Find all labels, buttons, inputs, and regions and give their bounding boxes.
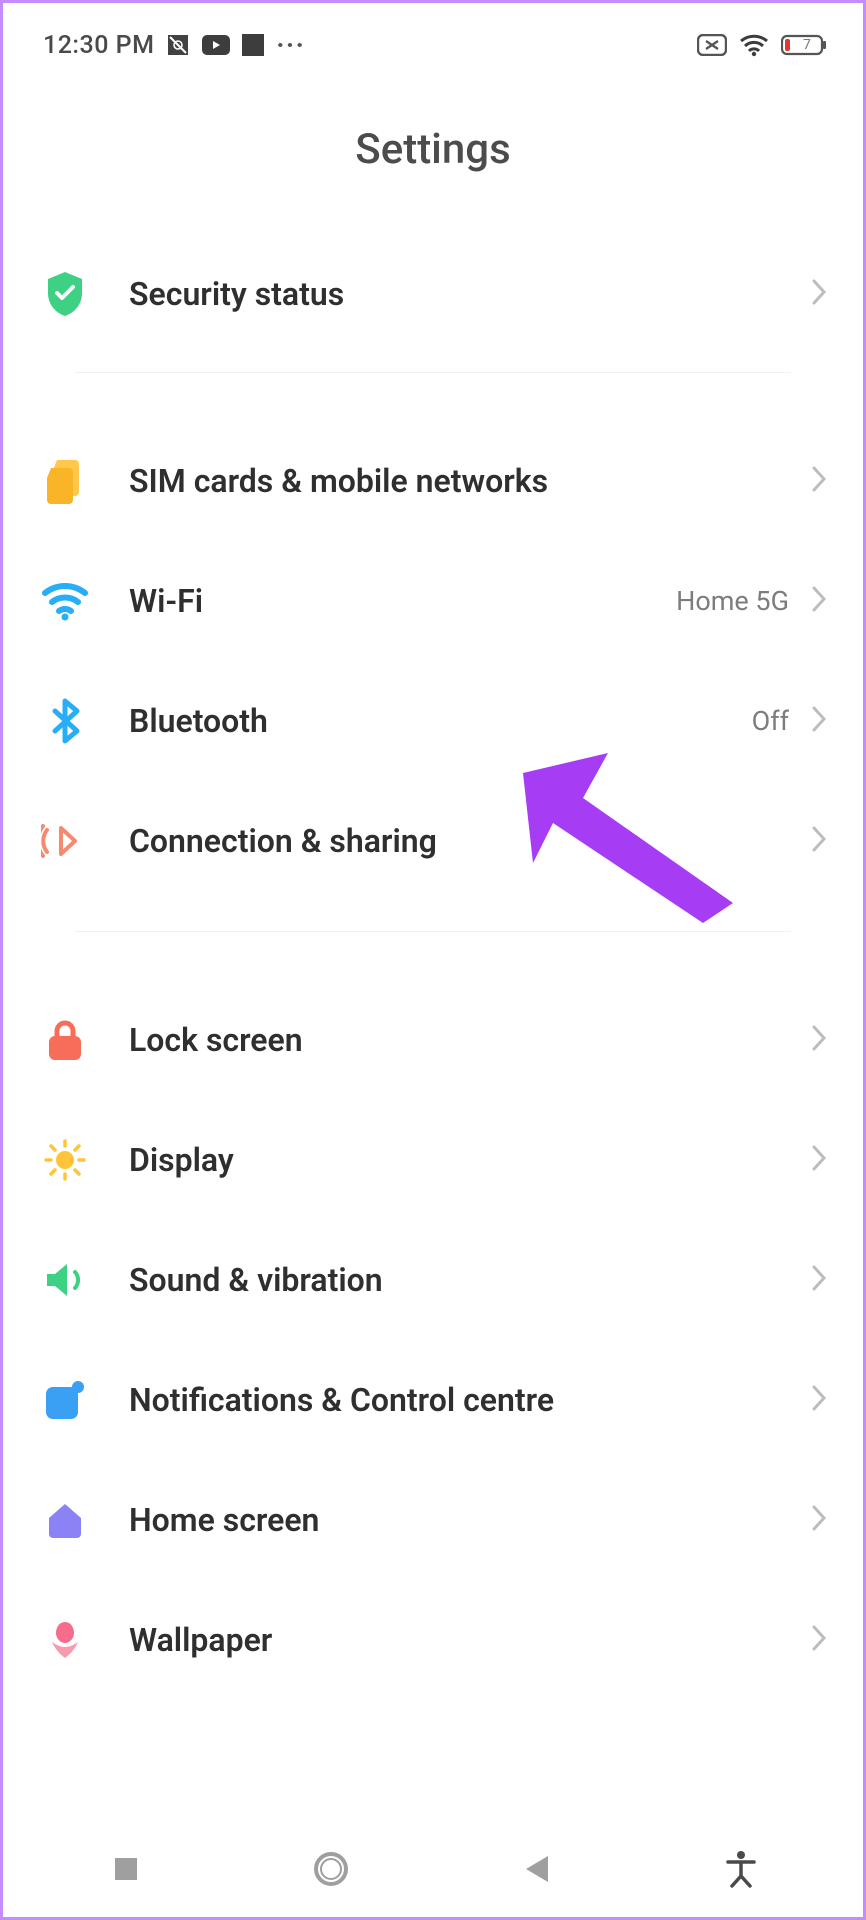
chevron-right-icon [811,278,827,310]
settings-item-sim[interactable]: SIM cards & mobile networks [39,421,827,541]
status-bar: 12:30 PM ··· 7 [3,3,863,75]
bluetooth-icon [39,697,91,745]
settings-item-wallpaper[interactable]: Wallpaper [39,1580,827,1700]
item-label: Bluetooth [91,702,752,740]
chevron-right-icon [811,1024,827,1056]
sun-icon [39,1138,91,1182]
nav-accessibility-button[interactable] [681,1834,801,1904]
chevron-right-icon [811,1624,827,1656]
chevron-right-icon [811,1504,827,1536]
item-label: Wi-Fi [91,582,676,620]
divider [75,372,791,373]
settings-item-wifi[interactable]: Wi-Fi Home 5G [39,541,827,661]
item-label: Wallpaper [91,1621,811,1659]
nav-home-button[interactable] [271,1834,391,1904]
chevron-right-icon [811,465,827,497]
settings-item-display[interactable]: Display [39,1100,827,1220]
item-label: Notifications & Control centre [91,1381,811,1419]
item-label: Sound & vibration [91,1261,811,1299]
no-sim-icon [697,34,727,56]
flower-icon [39,1618,91,1662]
status-time: 12:30 PM [43,31,154,60]
nav-back-button[interactable] [476,1834,596,1904]
item-label: Connection & sharing [91,822,811,860]
battery-icon: 7 [781,33,827,57]
settings-list: Security status SIM cards & mobile netwo… [3,234,863,1700]
chevron-right-icon [811,1384,827,1416]
notifications-icon [39,1379,91,1421]
settings-item-sound[interactable]: Sound & vibration [39,1220,827,1340]
item-label: Security status [91,275,811,313]
sync-disabled-icon [166,33,190,57]
item-label: Display [91,1141,811,1179]
settings-item-security[interactable]: Security status [39,234,827,354]
connection-sharing-icon [39,820,91,862]
item-label: Home screen [91,1501,811,1539]
item-value: Home 5G [676,585,789,617]
app-square-icon [242,34,264,56]
youtube-icon [202,35,230,55]
chevron-right-icon [811,1144,827,1176]
settings-item-home[interactable]: Home screen [39,1460,827,1580]
chevron-right-icon [811,705,827,737]
item-value: Off [752,705,789,737]
divider [75,931,791,932]
chevron-right-icon [811,585,827,617]
lock-icon [39,1018,91,1062]
item-label: Lock screen [91,1021,811,1059]
chevron-right-icon [811,1264,827,1296]
settings-item-connection[interactable]: Connection & sharing [39,781,827,901]
wifi-icon [739,33,769,57]
page-title: Settings [3,125,863,174]
settings-item-notifications[interactable]: Notifications & Control centre [39,1340,827,1460]
settings-item-bluetooth[interactable]: Bluetooth Off [39,661,827,781]
speaker-icon [39,1260,91,1300]
nav-recents-button[interactable] [66,1834,186,1904]
home-icon [39,1500,91,1540]
nav-bar [3,1821,863,1917]
sim-cards-icon [39,458,91,504]
battery-level: 7 [803,37,811,53]
chevron-right-icon [811,825,827,857]
wifi-settings-icon [39,581,91,621]
settings-item-lock[interactable]: Lock screen [39,980,827,1100]
item-label: SIM cards & mobile networks [91,462,811,500]
shield-check-icon [39,270,91,318]
